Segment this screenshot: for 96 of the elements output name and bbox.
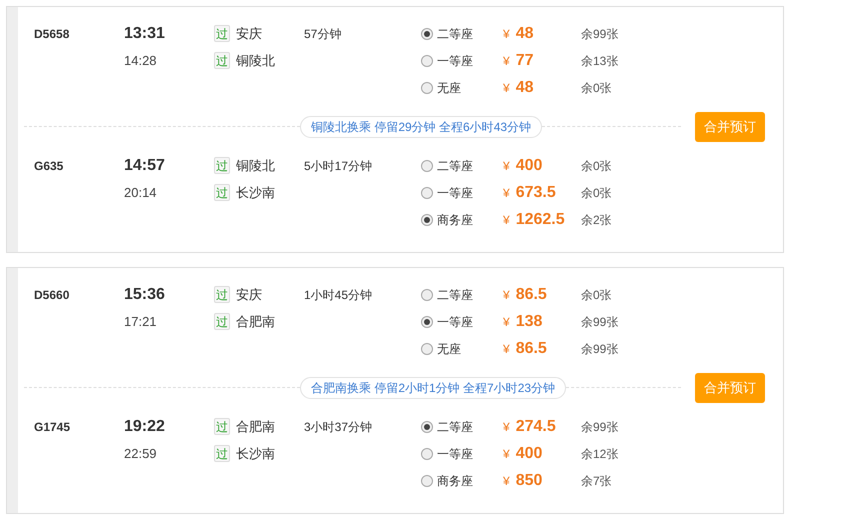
price: 673.5 xyxy=(516,182,556,202)
seat-class: 商务座 xyxy=(437,472,473,490)
tickets-remaining: 余0张 xyxy=(581,158,612,174)
radio-button[interactable] xyxy=(421,82,433,94)
tickets-remaining: 余0张 xyxy=(581,184,612,202)
currency-symbol: ¥ xyxy=(503,26,510,42)
tickets-remaining: 余99张 xyxy=(581,340,618,358)
currency-symbol: ¥ xyxy=(503,472,510,490)
seat-class: 商务座 xyxy=(437,212,473,228)
station-tag: 过 xyxy=(214,52,230,69)
train-number: G1745 xyxy=(34,418,72,436)
seat-class: 一等座 xyxy=(437,52,473,70)
currency-symbol: ¥ xyxy=(503,184,510,202)
station-name: 合肥南 xyxy=(236,418,275,436)
departure-time: 13:31 xyxy=(124,24,166,44)
seat-class: 二等座 xyxy=(437,158,473,174)
price: 86.5 xyxy=(516,338,547,358)
arrival-time: 17:21 xyxy=(124,312,158,331)
station-name: 安庆 xyxy=(236,24,262,43)
transfer-info: 合肥南换乘 停留2小时1分钟 全程7小时23分钟 xyxy=(300,376,566,398)
departure-time: 14:57 xyxy=(124,156,166,176)
station-name: 长沙南 xyxy=(236,444,275,463)
station-tag: 过 xyxy=(214,184,230,201)
station-tag: 过 xyxy=(214,445,230,462)
seat-class: 无座 xyxy=(437,340,461,358)
currency-symbol: ¥ xyxy=(503,212,510,228)
duration: 5小时17分钟 xyxy=(304,158,374,174)
seat-class: 二等座 xyxy=(437,418,473,436)
station-tag: 过 xyxy=(214,25,230,42)
currency-symbol: ¥ xyxy=(503,340,510,358)
price: 400 xyxy=(516,156,542,176)
tickets-remaining: 余0张 xyxy=(581,80,612,96)
radio-button[interactable] xyxy=(421,54,433,66)
radio-button[interactable] xyxy=(421,448,433,460)
currency-symbol: ¥ xyxy=(503,52,510,70)
duration: 1小时45分钟 xyxy=(304,286,374,304)
currency-symbol: ¥ xyxy=(503,80,510,96)
tickets-remaining: 余0张 xyxy=(581,286,612,304)
arrival-time: 22:59 xyxy=(124,444,158,463)
price: 400 xyxy=(516,444,542,464)
seat-class: 无座 xyxy=(437,80,461,96)
train-number: G635 xyxy=(34,158,64,174)
price: 1262.5 xyxy=(516,210,565,230)
transfer-info: 铜陵北换乘 停留29分钟 全程6小时43分钟 xyxy=(300,116,542,138)
price: 138 xyxy=(516,312,542,332)
tickets-remaining: 余2张 xyxy=(581,212,612,228)
arrival-time: 20:14 xyxy=(124,184,158,202)
tickets-remaining: 余99张 xyxy=(581,314,618,330)
tickets-remaining: 余99张 xyxy=(581,26,618,42)
radio-button[interactable] xyxy=(421,186,433,198)
tickets-remaining: 余99张 xyxy=(581,418,618,436)
price: 850 xyxy=(516,470,542,490)
station-tag: 过 xyxy=(214,286,230,303)
departure-time: 19:22 xyxy=(124,416,166,436)
radio-button[interactable] xyxy=(421,342,433,354)
tickets-remaining: 余7张 xyxy=(581,472,612,490)
seat-class: 一等座 xyxy=(437,446,473,462)
currency-symbol: ¥ xyxy=(503,418,510,436)
station-name: 长沙南 xyxy=(236,184,275,202)
price: 274.5 xyxy=(516,416,556,436)
station-tag: 过 xyxy=(214,157,230,174)
station-tag: 过 xyxy=(214,313,230,330)
currency-symbol: ¥ xyxy=(503,158,510,174)
book-button[interactable]: 合并预订 xyxy=(695,372,765,402)
radio-button[interactable] xyxy=(421,214,433,226)
station-name: 合肥南 xyxy=(236,312,275,331)
seat-class: 二等座 xyxy=(437,26,473,42)
price: 77 xyxy=(516,50,534,70)
currency-symbol: ¥ xyxy=(503,446,510,462)
seat-class: 二等座 xyxy=(437,286,473,304)
price: 48 xyxy=(516,24,534,44)
currency-symbol: ¥ xyxy=(503,286,510,304)
radio-button[interactable] xyxy=(421,160,433,172)
seat-class: 一等座 xyxy=(437,314,473,330)
tickets-remaining: 余13张 xyxy=(581,52,618,70)
arrival-time: 14:28 xyxy=(124,52,158,70)
train-number: D5660 xyxy=(34,286,70,304)
tickets-remaining: 余12张 xyxy=(581,446,618,462)
departure-time: 15:36 xyxy=(124,284,166,304)
station-name: 铜陵北 xyxy=(236,52,275,70)
station-name: 安庆 xyxy=(236,286,262,304)
currency-symbol: ¥ xyxy=(503,314,510,330)
duration: 57分钟 xyxy=(304,26,342,42)
price: 86.5 xyxy=(516,284,547,304)
radio-button[interactable] xyxy=(421,316,433,328)
book-button[interactable]: 合并预订 xyxy=(695,112,765,142)
station-tag: 过 xyxy=(214,418,230,435)
radio-button[interactable] xyxy=(421,474,433,486)
train-number: D5658 xyxy=(34,26,70,42)
radio-button[interactable] xyxy=(421,288,433,300)
radio-button[interactable] xyxy=(421,28,433,40)
seat-class: 一等座 xyxy=(437,184,473,202)
duration: 3小时37分钟 xyxy=(304,418,374,436)
radio-button[interactable] xyxy=(421,420,433,432)
price: 48 xyxy=(516,78,534,98)
station-name: 铜陵北 xyxy=(236,156,275,175)
